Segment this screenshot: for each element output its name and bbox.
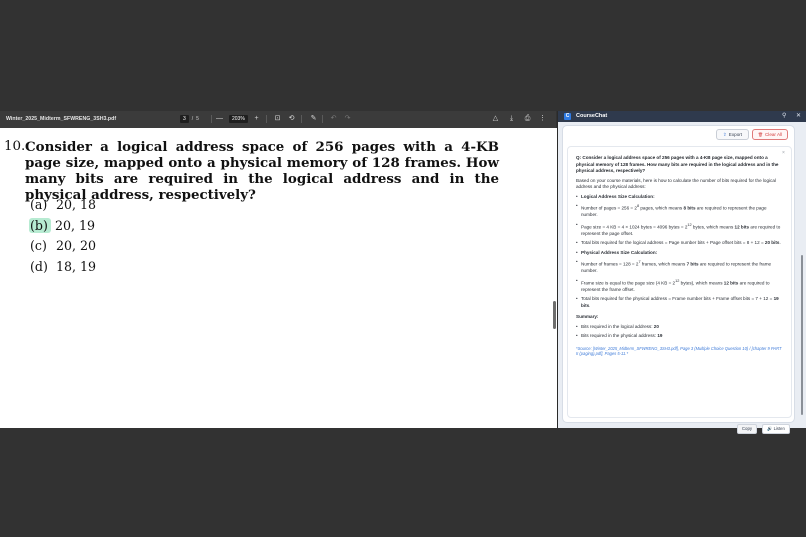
export-icon: ⇪ [722,131,727,137]
option-b: (b) 20, 19 [29,218,96,233]
text: . [779,240,781,246]
copy-button[interactable]: Copy [737,424,757,434]
toolbar-divider [266,115,267,123]
listen-button[interactable]: 🔊 Listen [762,424,790,434]
pdf-toolbar: Winter_2025_Midterm_SFWRENG_3SH3.pdf 3 /… [0,111,556,128]
pin-icon[interactable]: ⚲ [782,112,786,119]
bold-text: 8 bits [683,205,696,211]
text: Number of frames = 128 = 2 [581,261,639,267]
chat-card: ⇪ Export 🗑 Clear All × Q: Consider a log… [562,125,795,434]
text: frames, which means [640,261,687,267]
clear-all-label: Clear All [764,132,783,137]
text: Number of pages = 256 = 2 [581,205,637,211]
close-icon[interactable]: ✕ [796,112,801,119]
text: Bits required in the logical address: [581,323,654,329]
logical-bullet-2: Page size = 4 KB = 4 × 1024 bytes = 4096… [576,222,783,238]
physical-bullet-2: Frame size is equal to the page size (4 … [576,278,783,294]
summary-bullet-1: Bits required in the logical address: 20 [576,324,783,331]
option-letter: (c) [30,238,47,253]
message-question: Q: Consider a logical address space of 2… [576,155,779,173]
coursechat-logo-icon: C [564,113,571,120]
zoom-in-button[interactable]: + [252,114,261,123]
print-icon[interactable]: ⎙ [523,114,532,123]
total-pages: 5 [196,116,199,122]
drive-icon[interactable]: △ [491,114,500,123]
source-citation[interactable]: *Source: [Winter_2025_Midterm_SFWRENG_3S… [576,346,783,357]
export-label: Export [728,132,743,137]
option-a: (a) 20, 18 [30,197,96,212]
summary-bullet-2: Bits required in the physical address: 1… [576,333,783,340]
option-d: (d) 18, 19 [30,259,96,274]
bold-text: 20 [653,323,659,329]
zoom-out-button[interactable]: — [215,114,224,123]
undo-icon[interactable]: ↶ [329,114,338,123]
bold-text: 12 bits [734,224,750,230]
chat-scrollbar[interactable] [799,125,805,425]
option-value: 20, 19 [55,218,96,233]
option-letter: (d) [30,259,48,274]
physical-heading: Physical Address Size Calculation: [576,250,783,257]
redo-icon[interactable]: ↷ [343,114,352,123]
chat-message: × Q: Consider a logical address space of… [567,146,792,434]
zoom-level: 203% [229,115,248,123]
screen: Winter_2025_Midterm_SFWRENG_3SH3.pdf 3 /… [0,0,806,537]
rotate-icon[interactable]: ⟲ [287,114,296,123]
pdf-page: 10. Consider a logical address space of … [0,128,552,428]
trash-icon: 🗑 [757,132,763,137]
summary-heading: Summary: [576,314,599,320]
text: bytes), which means [679,280,724,286]
page-indicator: 3 / 5 [180,115,199,123]
bold-text: 19 [657,333,663,339]
text: bytes, which means [691,224,735,230]
option-value: 18, 19 [56,259,97,274]
text: pages, which means [639,205,684,211]
fit-page-icon[interactable]: ⊡ [273,114,282,123]
toolbar-divider [322,115,323,123]
option-c: (c) 20, 20 [30,238,96,253]
option-value: 20, 20 [56,238,97,253]
text: Frame size is equal to the page size (4 … [581,280,676,286]
page-separator: / [191,116,194,122]
question-text: Consider a logical address space of 256 … [25,139,499,203]
physical-bullet-3: Total bits required for the physical add… [576,296,783,309]
chat-title: CourseChat [576,113,608,119]
text: Page size = 4 KB = 4 × 1024 bytes = 4096… [581,224,688,230]
message-intro: Based on your course materials, here is … [576,177,776,190]
toolbar-divider [301,115,302,123]
bold-text: 20 bits [764,240,780,246]
clear-all-button[interactable]: 🗑 Clear All [752,129,788,140]
logical-bullet-3: Total bits required for the logical addr… [576,240,783,247]
question-number: 10. [4,139,26,154]
chat-panel: C CourseChat ⚲ ✕ ⇪ Export 🗑 Clear All × … [557,111,806,434]
chat-header: C CourseChat ⚲ ✕ [558,111,806,122]
export-button[interactable]: ⇪ Export [716,129,749,140]
current-page-input[interactable]: 3 [180,115,189,123]
logical-heading: Logical Address Size Calculation: [576,194,783,201]
text: Total bits required for the physical add… [581,296,774,302]
chat-scrollbar-thumb[interactable] [801,255,803,415]
logical-bullet-1: Number of pages = 256 = 28 pages, which … [576,203,783,219]
option-letter-highlighted: (b) [29,218,51,233]
draw-icon[interactable]: ✎ [309,114,318,123]
pdf-file-name: Winter_2025_Midterm_SFWRENG_3SH3.pdf [6,116,117,122]
option-letter: (a) [30,197,48,212]
toolbar-divider [211,115,212,123]
message-body: Q: Consider a logical address space of 2… [576,151,783,357]
text: Total bits required for the logical addr… [581,240,765,246]
physical-bullet-1: Number of frames = 128 = 27 frames, whic… [576,259,783,275]
download-icon[interactable]: ⤓ [507,114,516,123]
more-options-icon[interactable]: ⋮ [538,114,547,123]
physical-heading-text: Physical Address Size Calculation: [581,249,658,255]
pdf-scrollbar-thumb[interactable] [553,301,556,329]
logical-heading-text: Logical Address Size Calculation: [581,193,655,199]
bold-text: 7 bits [686,261,699,267]
zoom-level-input[interactable]: 203% [229,115,248,123]
text: Bits required in the physical address: [581,333,658,339]
bold-text: 12 bits [723,280,739,286]
option-value: 20, 18 [56,197,97,212]
text: . [589,302,591,308]
